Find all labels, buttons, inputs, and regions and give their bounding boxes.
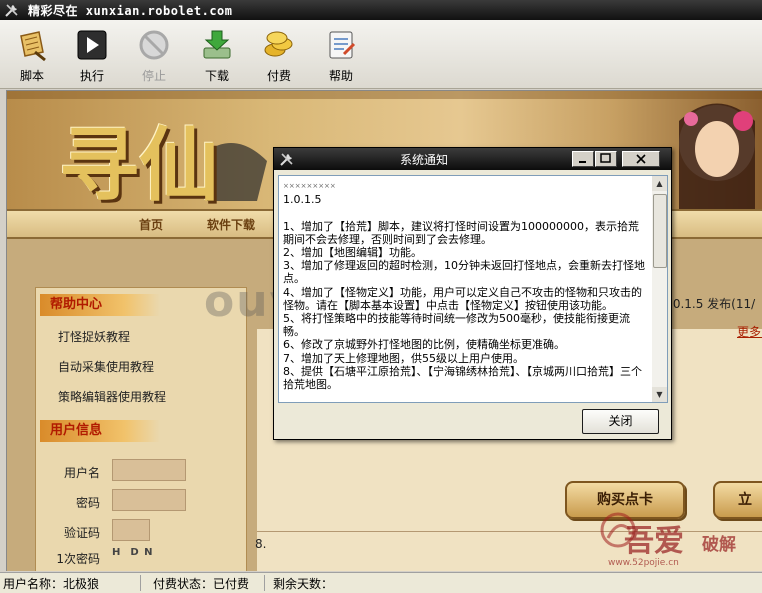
scroll-thumb[interactable] xyxy=(653,194,667,268)
username-input[interactable] xyxy=(112,459,186,481)
window-title: 精彩尽在 xunxian.robolet.com xyxy=(28,4,233,18)
stop-label: 停止 xyxy=(141,69,166,83)
captcha-input[interactable] xyxy=(112,519,150,541)
download-label: 下载 xyxy=(204,69,229,83)
minimize-button[interactable] xyxy=(572,151,594,167)
download-icon xyxy=(203,30,231,59)
main-toolbar: 脚本 执行 停止 下载 付费 帮助 xyxy=(0,20,762,89)
run-button[interactable]: 执行 xyxy=(66,24,118,84)
script-label: 脚本 xyxy=(19,69,44,83)
stop-button[interactable]: 停止 xyxy=(128,24,180,84)
password-input[interactable] xyxy=(112,489,186,511)
maximize-button[interactable] xyxy=(595,151,617,167)
dialog-title: 系统通知 xyxy=(399,153,448,167)
dialog-title-bar[interactable]: 系统通知 xyxy=(274,148,671,170)
status-username: 用户名称：北极狼 xyxy=(3,577,100,591)
news-headline[interactable]: .0.1.5 发布(11/ xyxy=(669,295,755,312)
status-days-left: 剩余天数： xyxy=(273,577,334,591)
scroll-down-arrow-icon[interactable]: ▼ xyxy=(652,387,667,402)
help-item-strategy-editor-tutorial[interactable]: 策略编辑器使用教程 xyxy=(58,388,166,405)
list-item-number: 8. xyxy=(255,537,267,551)
notice-text-area[interactable]: ××××××××× 1.0.1.5 1、增加了【拾荒】脚本，建议将打怪时间设置为… xyxy=(278,175,654,403)
partial-right-button[interactable]: 立 xyxy=(713,481,762,519)
status-bar: 用户名称：北极狼 付费状态：已付费 剩余天数： xyxy=(0,572,762,593)
coins-icon xyxy=(264,31,293,57)
game-logo: 寻仙 xyxy=(59,118,219,212)
more-link[interactable]: 更多> xyxy=(737,323,762,340)
script-button[interactable]: 脚本 xyxy=(6,24,58,84)
close-button[interactable]: 关闭 xyxy=(582,409,659,434)
maximize-icon xyxy=(600,153,611,163)
help-item-gather-tutorial[interactable]: 自动采集使用教程 xyxy=(58,358,154,375)
captcha-label: 验证码 xyxy=(63,526,100,540)
status-divider xyxy=(264,575,265,591)
help-item-monster-tutorial[interactable]: 打怪捉妖教程 xyxy=(58,328,130,345)
close-window-button[interactable] xyxy=(622,151,660,167)
left-column: 帮助中心 打怪捉妖教程 自动采集使用教程 策略编辑器使用教程 用户信息 用户名 … xyxy=(35,287,247,571)
username-label: 用户名 xyxy=(63,466,100,480)
help-notebook-icon xyxy=(329,31,356,59)
minimize-icon xyxy=(579,161,586,163)
captcha-image: H D N xyxy=(112,547,154,558)
divider xyxy=(257,531,762,532)
help-center-heading: 帮助中心 xyxy=(40,294,160,316)
scroll-icon xyxy=(20,31,46,62)
pay-label: 付费 xyxy=(266,69,291,83)
notice-stars: ××××××××× xyxy=(283,182,336,190)
system-notice-dialog[interactable]: 系统通知 ××××××××× 1.0.1.5 1、增加了【拾荒】脚本，建议将打怪… xyxy=(273,147,672,440)
download-button[interactable]: 下载 xyxy=(191,24,243,84)
scroll-up-arrow-icon[interactable]: ▲ xyxy=(652,176,667,191)
buy-card-button[interactable]: 购买点卡 xyxy=(565,481,685,519)
play-icon xyxy=(77,30,107,60)
window-title-bar[interactable]: 精彩尽在 xunxian.robolet.com xyxy=(0,0,762,20)
help-label: 帮助 xyxy=(328,69,353,83)
notice-scrollbar[interactable]: ▲ ▼ xyxy=(652,175,668,403)
notice-content: 1.0.1.5 1、增加了【拾荒】脚本，建议将打怪时间设置为100000000，… xyxy=(283,193,645,392)
nav-link-download[interactable]: 软件下载 xyxy=(207,216,255,233)
nav-link-home[interactable]: 首页 xyxy=(139,216,163,233)
otp-label: 1次密码 xyxy=(56,552,100,566)
user-info-heading: 用户信息 xyxy=(40,420,160,442)
pay-button[interactable]: 付费 xyxy=(253,24,305,84)
stop-icon xyxy=(139,30,169,60)
tools-icon xyxy=(5,4,18,17)
status-pay: 付费状态：已付费 xyxy=(153,577,250,591)
close-icon xyxy=(636,154,646,164)
password-label: 密码 xyxy=(75,496,100,510)
run-label: 执行 xyxy=(79,69,104,83)
help-button[interactable]: 帮助 xyxy=(315,24,367,84)
status-divider xyxy=(140,575,141,591)
